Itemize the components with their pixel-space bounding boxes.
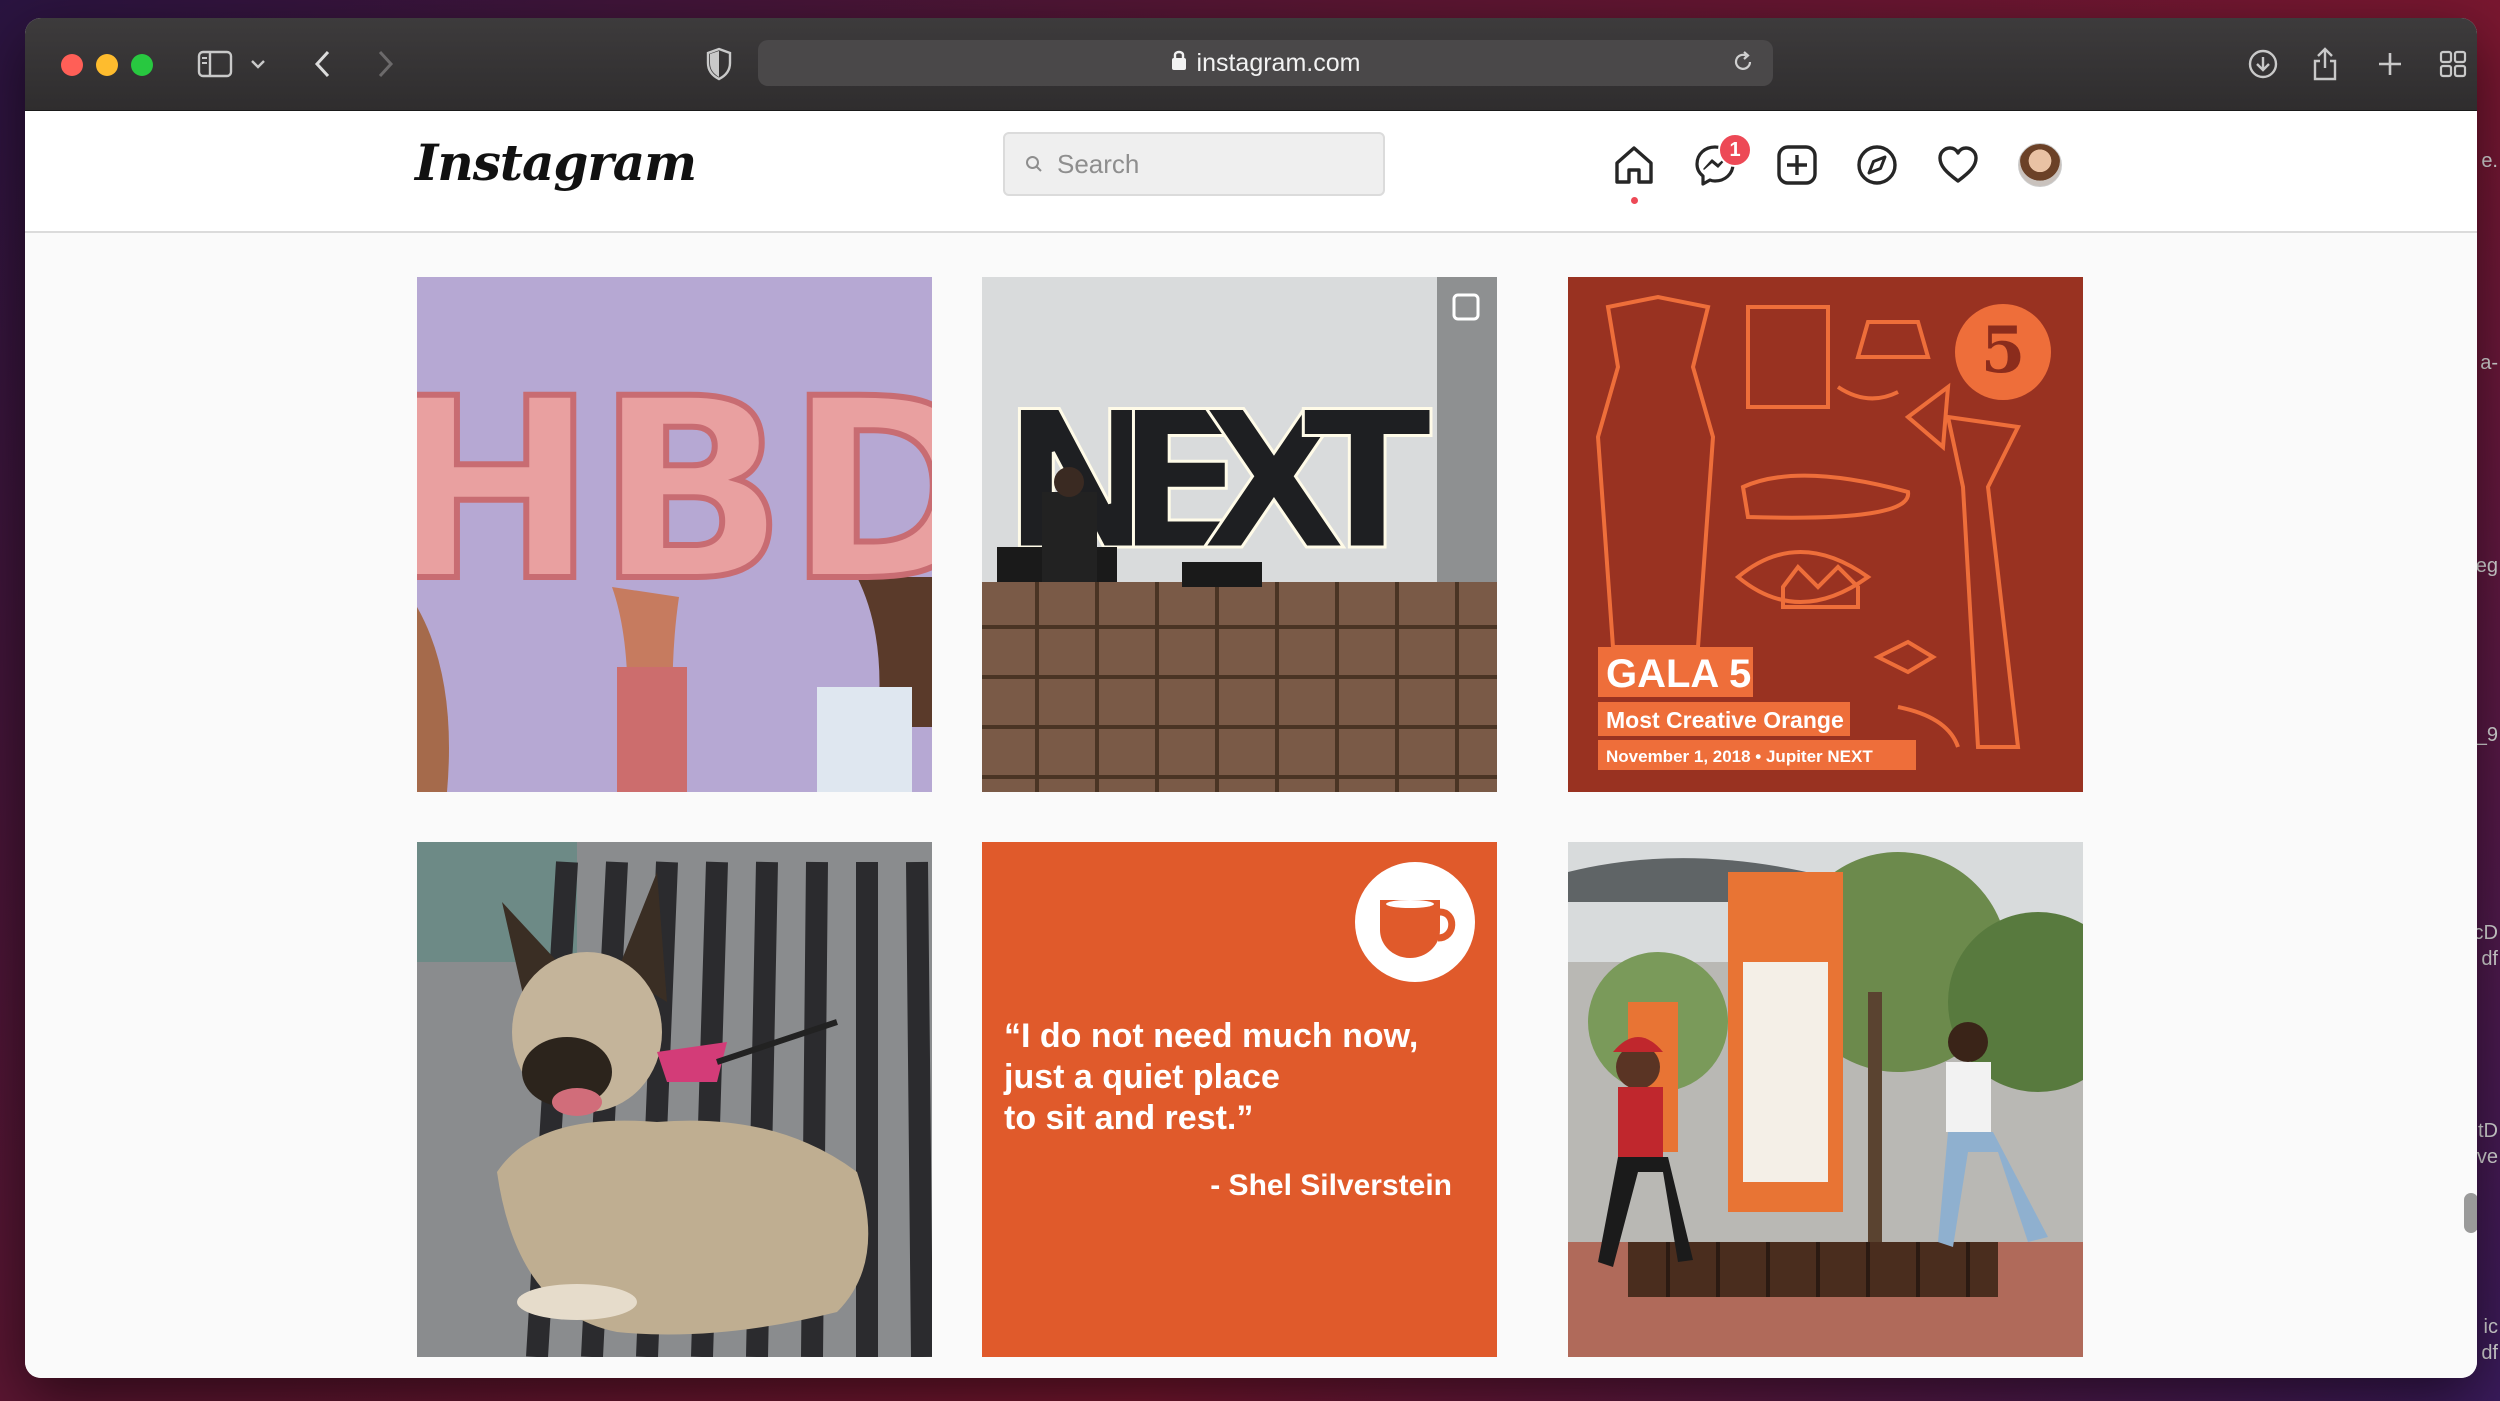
desktop-label: ic: [2483, 1316, 2498, 1338]
messages-badge: 1: [1718, 133, 1752, 167]
quote-line-2: just a quiet place: [1003, 1058, 1280, 1096]
address-url: instagram.com: [1196, 48, 1361, 77]
desktop-label: df: [2481, 948, 2498, 970]
explore-compass-icon[interactable]: [1855, 143, 1899, 187]
new-tab-icon[interactable]: [2370, 46, 2410, 82]
gala-poster-image: 5 GALA 5 Most Creative Orange November 1…: [1568, 277, 2083, 792]
sidebar-toggle-icon[interactable]: [195, 46, 235, 82]
quote-card-image: “I do not need much now, just a quiet pl…: [982, 842, 1497, 1357]
home-icon[interactable]: [1612, 143, 1656, 187]
quote-line-1: “I do not need much now,: [1004, 1017, 1418, 1055]
new-post-icon[interactable]: [1775, 143, 1819, 187]
activity-heart-icon[interactable]: [1936, 143, 1980, 187]
search-input[interactable]: Search: [1003, 132, 1385, 196]
hbd-balloons-image: HBD: [417, 277, 932, 792]
desktop-label: df: [2481, 1342, 2498, 1364]
profile-avatar[interactable]: [2018, 143, 2062, 187]
tab-overview-icon[interactable]: [2433, 46, 2473, 82]
gala-number: 5: [1981, 313, 2026, 388]
lock-icon: [1171, 49, 1187, 78]
search-placeholder: Search: [1057, 148, 1140, 179]
post-tile-quote[interactable]: “I do not need much now, just a quiet pl…: [982, 842, 1497, 1357]
browser-window: instagram.com Instagram Search 1 HBD EXT…: [25, 18, 2477, 1378]
privacy-shield-icon[interactable]: [699, 46, 739, 82]
gala-title: GALA 5: [1606, 652, 1751, 696]
instagram-logo[interactable]: Instagram: [415, 133, 697, 192]
instagram-header: Instagram Search 1: [25, 111, 2477, 233]
desktop-label: ve: [2476, 1146, 2498, 1168]
desktop-label: e.: [2481, 150, 2498, 172]
share-icon[interactable]: [2305, 46, 2345, 82]
browser-toolbar: instagram.com: [25, 18, 2477, 111]
back-button-icon[interactable]: [303, 46, 343, 82]
page-scrollbar[interactable]: [2464, 1193, 2477, 1233]
post-tile-design-museum[interactable]: [1568, 842, 2083, 1357]
address-bar[interactable]: instagram.com: [758, 40, 1773, 86]
quote-author: - Shel Silverstein: [1210, 1169, 1452, 1202]
desktop-label: eg: [2475, 555, 2498, 577]
post-tile-next[interactable]: NEXT: [982, 277, 1497, 792]
dog-on-bench-image: [417, 842, 932, 1357]
next-lobby-image: NEXT: [982, 277, 1497, 792]
desktop-label: tD: [2478, 1120, 2498, 1142]
downloads-icon[interactable]: [2243, 46, 2283, 82]
page-content: Instagram Search 1 HBD EXT 5 GALA 5 Most…: [25, 111, 2477, 1378]
post-tile-gala[interactable]: 5 GALA 5 Most Creative Orange November 1…: [1568, 277, 2083, 792]
gala-subtitle: Most Creative Orange: [1606, 707, 1844, 733]
forward-button-icon[interactable]: [365, 46, 405, 82]
post-tile-dog[interactable]: [417, 842, 932, 1357]
desktop-label: cD: [2473, 922, 2498, 944]
post-tile-hbd[interactable]: HBD: [417, 277, 932, 792]
quote-line-3: to sit and rest.”: [1004, 1099, 1253, 1137]
close-window-button[interactable]: [61, 54, 83, 76]
fullscreen-window-button[interactable]: [131, 54, 153, 76]
hbd-letters: HBD: [417, 345, 932, 636]
design-museum-bench-image: [1568, 842, 2083, 1357]
minimize-window-button[interactable]: [96, 54, 118, 76]
desktop-label: _9: [2475, 724, 2498, 746]
chevron-down-icon[interactable]: [247, 46, 269, 82]
search-icon: [1026, 156, 1042, 172]
reload-icon[interactable]: [1731, 50, 1755, 81]
gala-date: November 1, 2018 • Jupiter NEXT: [1606, 747, 1873, 766]
home-active-indicator: [1631, 197, 1638, 204]
desktop-label: a-: [2480, 352, 2498, 374]
